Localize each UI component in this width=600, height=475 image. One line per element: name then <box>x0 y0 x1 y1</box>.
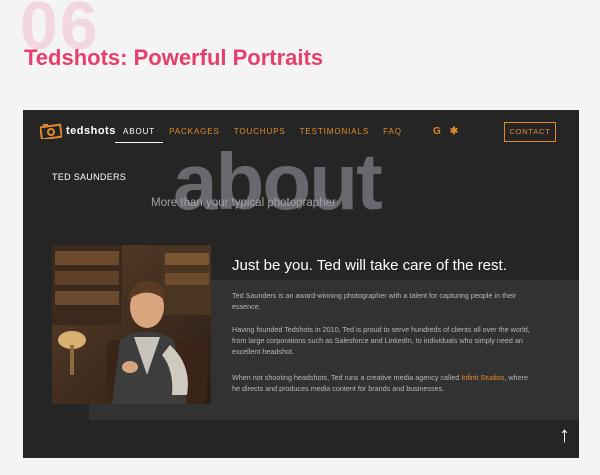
infinit-studios-link[interactable]: Infinit Studios <box>461 373 504 382</box>
yelp-icon[interactable]: ✱ <box>450 126 458 137</box>
camera-logo-icon <box>40 123 62 139</box>
bio-paragraph-3: When not shooting headshots, Ted runs a … <box>232 372 532 394</box>
bio-paragraph-3-start: When not shooting headshots, Ted runs a … <box>232 373 462 382</box>
tagline: Just be you. Ted will take care of the r… <box>232 257 507 274</box>
google-icon[interactable]: G <box>433 126 441 137</box>
scroll-to-top-arrow-icon[interactable]: ↑ <box>559 424 570 446</box>
website-screenshot: tedshots ABOUT PACKAGES TOUCHUPS TESTIMO… <box>23 110 579 458</box>
contact-button[interactable]: CONTACT <box>504 122 556 142</box>
portrait-photo <box>52 245 211 404</box>
social-links: G ✱ <box>433 126 458 137</box>
logo-text: tedshots <box>66 125 116 137</box>
site-logo[interactable]: tedshots <box>40 123 116 139</box>
hero-heading: about <box>173 137 383 226</box>
nav-item-faq[interactable]: FAQ <box>383 127 402 143</box>
nav-item-about[interactable]: ABOUT <box>115 127 164 143</box>
bio-paragraph-2: Having founded Tedshots in 2010, Ted is … <box>232 325 530 357</box>
case-study-title: Tedshots: Powerful Portraits <box>24 45 324 70</box>
bio-paragraph-1: Ted Saunders is an award-winning photogr… <box>232 291 517 312</box>
owner-name: TED SAUNDERS <box>52 172 127 182</box>
hero-subtitle: More than your typical photographer <box>151 197 336 209</box>
